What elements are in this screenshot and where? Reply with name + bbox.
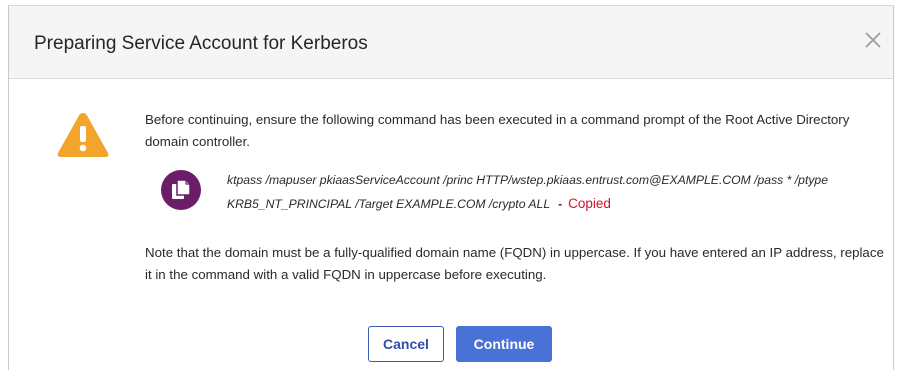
cancel-button[interactable]: Cancel — [368, 326, 444, 362]
copied-status: Copied — [568, 196, 611, 211]
copy-command-button[interactable] — [161, 170, 201, 210]
dialog-header: Preparing Service Account for Kerberos — [9, 6, 893, 79]
separator: - — [558, 197, 563, 211]
close-icon[interactable] — [861, 28, 885, 52]
continue-button[interactable]: Continue — [456, 326, 552, 362]
command-text: ktpass /mapuser pkiaasServiceAccount /pr… — [227, 173, 828, 211]
dialog-title: Preparing Service Account for Kerberos — [34, 33, 368, 54]
fqdn-note: Note that the domain must be a fully-qua… — [145, 245, 884, 282]
kerberos-dialog: Preparing Service Account for Kerberos B… — [8, 5, 894, 370]
command-block: ktpass /mapuser pkiaasServiceAccount /pr… — [227, 168, 867, 216]
copy-icon — [172, 179, 191, 199]
intro-text: Before continuing, ensure the following … — [145, 112, 850, 149]
warning-triangle-icon — [56, 110, 110, 160]
